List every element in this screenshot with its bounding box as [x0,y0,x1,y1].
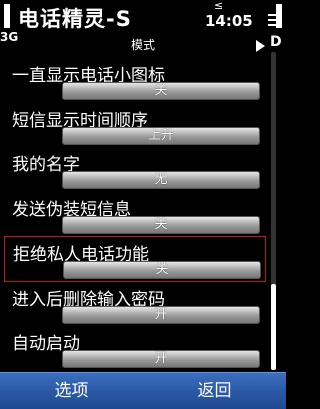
settings-list[interactable]: 一直显示电话小图标 关 短信显示时间顺序 上升 我的名字 无 发送伪装短信息 关… [0,58,286,370]
setting-value[interactable]: 开 [62,350,260,368]
play-icon [256,40,265,52]
setting-sms-time-order[interactable]: 短信显示时间顺序 上升 [4,103,266,149]
setting-reject-private-calls[interactable]: 拒绝私人电话功能 关 [4,236,266,282]
setting-show-phone-icon[interactable]: 一直显示电话小图标 关 [4,58,266,104]
app-title: 电话精灵-S [18,7,132,31]
setting-value[interactable]: 上升 [62,127,260,145]
setting-value[interactable]: 关 [62,216,260,234]
setting-send-fake-sms[interactable]: 发送伪装短信息 关 [4,192,266,238]
header-letter: D [270,34,282,50]
usb-icon: ≤ [214,0,224,12]
scrollbar-thumb[interactable] [271,284,276,370]
setting-value[interactable]: 无 [62,171,260,189]
signal-strength-icon [4,4,10,28]
back-softkey[interactable]: 返回 [143,373,286,409]
setting-my-name[interactable]: 我的名字 无 [4,147,266,193]
scrollbar[interactable] [271,52,276,370]
setting-auto-start[interactable]: 自动启动 开 [4,326,266,370]
setting-value[interactable]: 关 [63,261,261,279]
setting-value[interactable]: 关 [62,82,260,100]
options-softkey[interactable]: 选项 [0,373,143,409]
setting-value[interactable]: 开 [62,306,260,324]
softkey-bar: 选项 返回 [0,372,286,409]
mode-label: 模式 [130,38,155,52]
setting-delete-password-after-entry[interactable]: 进入后删除输入密码 开 [4,282,266,328]
battery-icon [276,4,282,28]
clock-time: 14:05 [205,12,253,30]
sub-header: 模式 [0,34,286,56]
